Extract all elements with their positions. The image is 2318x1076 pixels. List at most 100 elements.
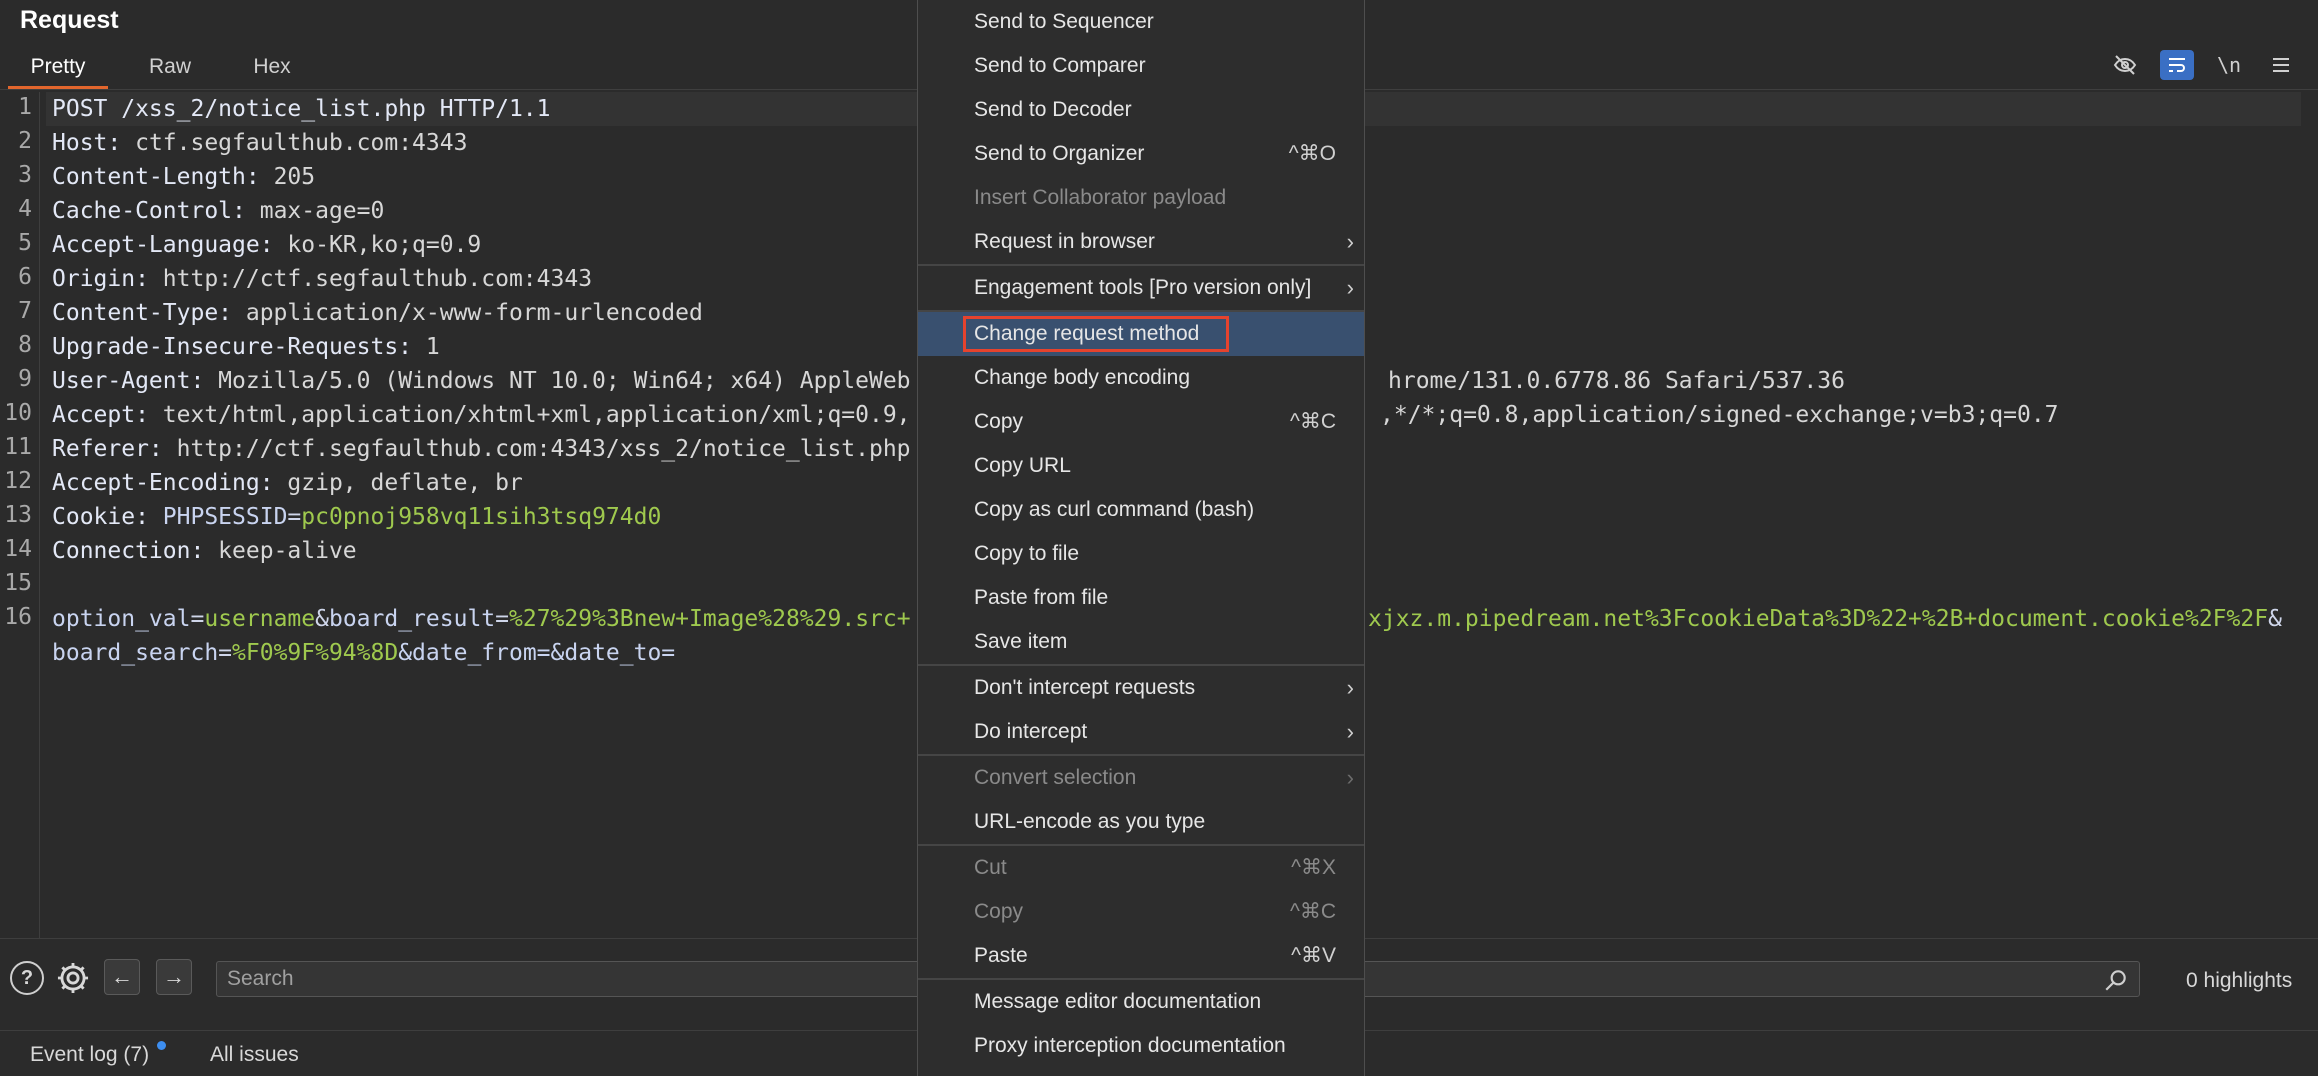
chevron-right-icon: › xyxy=(1346,765,1354,790)
line-number: 3 xyxy=(18,162,32,188)
line-number: 5 xyxy=(18,230,32,256)
header-value: ctf.segfaulthub.com:4343 xyxy=(121,130,468,156)
highlights-count: 0 highlights xyxy=(2186,969,2293,992)
cookie-value: pc0pnoj958vq11sih3tsq974d0 xyxy=(301,504,662,530)
menu-item-copy-to-file[interactable]: Copy to file xyxy=(918,532,1364,576)
header-value: gzip, deflate, br xyxy=(273,470,523,496)
menu-item-url-encode-as-you-type[interactable]: URL-encode as you type xyxy=(918,800,1364,844)
param-rest: &date_from=&date_to= xyxy=(398,640,676,666)
header-value: http://ctf.segfaulthub.com:4343/xss_2/no… xyxy=(162,436,911,462)
menu-item-copy[interactable]: Copy ^⌘C xyxy=(918,400,1364,444)
menu-item-label: Request in browser xyxy=(974,230,1155,253)
menu-item-dont-intercept-requests[interactable]: Don't intercept requests › xyxy=(918,666,1364,710)
menu-item-send-to-sequencer[interactable]: Send to Sequencer xyxy=(918,0,1364,44)
menu-item-label: Paste xyxy=(974,944,1028,967)
header-line: Accept: text/html,application/xhtml+xml,… xyxy=(52,398,911,432)
tab-hex[interactable]: Hex xyxy=(232,52,312,90)
line-number: 13 xyxy=(4,502,32,528)
header-value: 1 xyxy=(412,334,440,360)
help-icon[interactable]: ? xyxy=(10,961,44,995)
param-name: board_search xyxy=(52,640,219,666)
line-number: 4 xyxy=(18,196,32,222)
menu-item-label: Copy to file xyxy=(974,542,1080,565)
header-name: Accept: xyxy=(52,402,149,428)
header-line: Content-Length: 205 xyxy=(52,160,315,194)
search-icon[interactable] xyxy=(2103,967,2129,993)
header-value: keep-alive xyxy=(204,538,357,564)
line-number: 9 xyxy=(18,366,32,392)
menu-item-label: URL-encode as you type xyxy=(974,810,1206,833)
menu-item-message-editor-docs[interactable]: Message editor documentation xyxy=(918,980,1364,1024)
menu-item-label: Insert Collaborator payload xyxy=(974,186,1227,209)
menu-item-copy-url[interactable]: Copy URL xyxy=(918,444,1364,488)
header-line: Cache-Control: max-age=0 xyxy=(52,194,384,228)
menu-item-copy-as-curl[interactable]: Copy as curl command (bash) xyxy=(918,488,1364,532)
menu-item-request-in-browser[interactable]: Request in browser › xyxy=(918,220,1364,264)
all-issues-link[interactable]: All issues xyxy=(210,1043,299,1067)
menu-item-label: Change request method xyxy=(974,322,1200,345)
header-line: Referer: http://ctf.segfaulthub.com:4343… xyxy=(52,432,911,466)
wrap-lines-icon[interactable] xyxy=(2160,50,2194,80)
menu-item-paste-from-file[interactable]: Paste from file xyxy=(918,576,1364,620)
menu-item-label: Change body encoding xyxy=(974,366,1191,389)
shortcut-label: ^⌘V xyxy=(1291,944,1336,967)
param-sep: & xyxy=(315,606,329,632)
eye-slash-icon[interactable] xyxy=(2108,50,2142,80)
menu-item-save-item[interactable]: Save item xyxy=(918,620,1364,664)
menu-item-label: Send to Comparer xyxy=(974,54,1146,77)
chevron-right-icon: › xyxy=(1346,675,1354,700)
header-value: text/html,application/xhtml+xml,applicat… xyxy=(148,402,911,428)
menu-item-label: Paste from file xyxy=(974,586,1109,609)
menu-item-do-intercept[interactable]: Do intercept › xyxy=(918,710,1364,754)
hamburger-menu-icon[interactable] xyxy=(2264,50,2298,80)
line-number: 1 xyxy=(18,94,32,120)
menu-item-send-to-decoder[interactable]: Send to Decoder xyxy=(918,88,1364,132)
newline-toggle[interactable]: \n xyxy=(2212,50,2246,80)
arrow-left-icon[interactable]: ← xyxy=(104,959,140,995)
line-number: 12 xyxy=(4,468,32,494)
menu-item-label: Convert selection xyxy=(974,766,1137,789)
menu-item-copy-disabled: Copy ^⌘C xyxy=(918,890,1364,934)
panel-title: Request xyxy=(20,6,119,34)
param-value: username xyxy=(204,606,316,632)
param-value-tail: xjxz.m.pipedream.net%3FcookieData%3D%22+… xyxy=(1368,606,2269,632)
menu-item-send-to-organizer[interactable]: Send to Organizer ^⌘O xyxy=(918,132,1364,176)
line-number: 6 xyxy=(18,264,32,290)
menu-item-change-body-encoding[interactable]: Change body encoding xyxy=(918,356,1364,400)
menu-item-label: Copy URL xyxy=(974,454,1071,477)
gear-icon[interactable] xyxy=(54,959,92,997)
header-name: Host: xyxy=(52,130,122,156)
line-number: 15 xyxy=(4,570,32,596)
tab-raw[interactable]: Raw xyxy=(130,52,210,90)
menu-item-send-to-comparer[interactable]: Send to Comparer xyxy=(918,44,1364,88)
line-number: 2 xyxy=(18,128,32,154)
event-log-link[interactable]: Event log (7) xyxy=(30,1043,149,1067)
param-value: %F0%9F%94%8D xyxy=(232,640,399,666)
header-value: 205 xyxy=(259,164,316,190)
header-value: http://ctf.segfaulthub.com:4343 xyxy=(148,266,593,292)
cookie-name: PHPSESSID xyxy=(162,504,288,530)
menu-item-change-request-method[interactable]: Change request method xyxy=(918,312,1364,356)
menu-item-engagement-tools[interactable]: Engagement tools [Pro version only] › xyxy=(918,266,1364,310)
menu-item-label: Copy xyxy=(974,410,1024,433)
menu-item-paste[interactable]: Paste ^⌘V xyxy=(918,934,1364,978)
line-number: 14 xyxy=(4,536,32,562)
menu-item-label: Copy as curl command (bash) xyxy=(974,498,1255,521)
menu-item-label: Cut xyxy=(974,856,1007,879)
arrow-right-icon[interactable]: → xyxy=(156,959,192,995)
shortcut-label: ^⌘O xyxy=(1288,142,1336,165)
header-line: Cookie: PHPSESSID=pc0pnoj958vq11sih3tsq9… xyxy=(52,500,661,534)
menu-item-label: Message editor documentation xyxy=(974,990,1262,1013)
header-name: Origin: xyxy=(52,266,149,292)
menu-item-label: Engagement tools [Pro version only] xyxy=(974,276,1312,299)
header-line: User-Agent: Mozilla/5.0 (Windows NT 10.0… xyxy=(52,364,911,398)
menu-item-label: Send to Sequencer xyxy=(974,10,1154,33)
header-line: Connection: keep-alive xyxy=(52,534,357,568)
header-name: Cookie: xyxy=(52,504,149,530)
header-value: ko-KR,ko;q=0.9 xyxy=(273,232,482,258)
menu-item-convert-selection: Convert selection › xyxy=(918,756,1364,800)
chevron-right-icon: › xyxy=(1346,229,1354,254)
header-line: Accept-Language: ko-KR,ko;q=0.9 xyxy=(52,228,481,262)
tab-pretty[interactable]: Pretty xyxy=(8,52,108,90)
menu-item-proxy-interception-docs[interactable]: Proxy interception documentation xyxy=(918,1024,1364,1068)
